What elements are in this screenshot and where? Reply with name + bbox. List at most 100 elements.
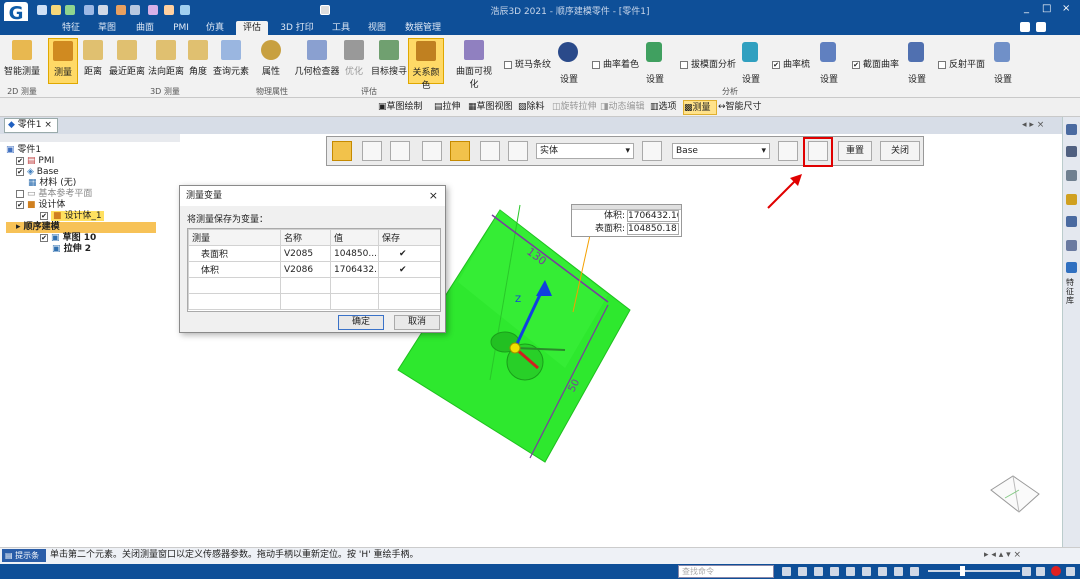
zebra-checkbox[interactable]: [504, 60, 512, 69]
coordinate-system-select[interactable]: Base ▾: [672, 143, 770, 159]
draft-analysis-settings[interactable]: 设置: [742, 72, 760, 85]
optimize-button[interactable]: 优化: [342, 38, 366, 84]
tree-item-base[interactable]: ✔ ◈ Base: [6, 167, 176, 178]
tree-item-design-body[interactable]: ✔ ■ 设计体: [6, 200, 176, 211]
curvature-shading-checkbox[interactable]: [592, 60, 600, 69]
smart-measure-button[interactable]: 智能测量: [3, 38, 41, 84]
feature-library-tab[interactable]: 特征库: [1066, 278, 1077, 305]
tab-3d-print[interactable]: 3D 打印: [276, 21, 318, 35]
col-measure[interactable]: 测量: [188, 229, 281, 246]
command-search-input[interactable]: 查找命令: [678, 565, 774, 578]
query-element-button[interactable]: 查询元素: [212, 38, 250, 84]
select-icon[interactable]: [148, 5, 158, 15]
col-name[interactable]: 名称: [280, 229, 331, 246]
help-icon[interactable]: [1020, 22, 1030, 32]
origin-handle[interactable]: [509, 342, 521, 354]
ref-planes-checkbox[interactable]: [16, 189, 24, 198]
zoom-area-icon[interactable]: [798, 567, 807, 576]
save-checkbox[interactable]: ✔: [378, 245, 440, 262]
min-distance-button[interactable]: 最近距离: [108, 38, 146, 84]
layers-icon[interactable]: [1066, 216, 1077, 227]
table-row[interactable]: 体积 V2086 1706432.... ✔: [188, 261, 440, 278]
smart-dimension-command[interactable]: ↔智能尺寸: [718, 100, 768, 115]
view-cube[interactable]: [985, 468, 1045, 518]
tree-item-sequential[interactable]: ▸ 顺序建模: [6, 222, 156, 233]
people-icon[interactable]: [1066, 146, 1077, 157]
measure-list-icon[interactable]: [362, 141, 382, 161]
rotate-icon[interactable]: [846, 567, 855, 576]
sketch10-checkbox[interactable]: ✔: [40, 233, 48, 242]
tab-tools[interactable]: 工具: [326, 21, 356, 35]
save-checkbox[interactable]: ✔: [378, 261, 440, 278]
revolve-command[interactable]: ◫旋转拉伸: [552, 100, 598, 115]
tab-view[interactable]: 视图: [362, 21, 392, 35]
cut-icon[interactable]: [180, 5, 190, 15]
undo-icon[interactable]: [116, 5, 126, 15]
base-checkbox[interactable]: ✔: [16, 167, 24, 176]
geometry-inspector-button[interactable]: 几何检查器: [294, 38, 340, 84]
entity-type-select[interactable]: 实体 ▾: [536, 143, 634, 159]
tree-item-pmi[interactable]: ✔ ▤ PMI: [6, 156, 176, 167]
zebra-stripes-option[interactable]: 斑马条纹: [504, 57, 551, 70]
reflection-plane-checkbox[interactable]: [938, 60, 946, 69]
sketch-view-command[interactable]: ▦草图视图: [468, 100, 518, 115]
curvature-shading-settings[interactable]: 设置: [646, 72, 664, 85]
goal-seek-button[interactable]: 目标搜寻: [370, 38, 408, 84]
reset-button[interactable]: 重置: [838, 141, 872, 161]
open-file-icon[interactable]: [51, 5, 61, 15]
doc-tab-close-icon[interactable]: ×: [44, 120, 52, 130]
ok-button[interactable]: 确定: [338, 315, 384, 330]
minimize-button[interactable]: _: [1024, 3, 1029, 14]
section-icon[interactable]: [910, 567, 919, 576]
section-curvature-settings[interactable]: 设置: [908, 72, 926, 85]
library-icon[interactable]: [1066, 262, 1077, 273]
measure-button[interactable]: 测量: [48, 38, 78, 84]
tab-surface[interactable]: 曲面: [130, 21, 160, 35]
pan-icon[interactable]: [830, 567, 839, 576]
relation-color-button[interactable]: 关系颜色: [408, 38, 444, 91]
settings-icon[interactable]: [1066, 567, 1075, 576]
tree-item-material[interactable]: ▦ 材料 (无): [6, 178, 176, 189]
extrude-command[interactable]: ▤拉伸: [434, 100, 466, 115]
surface-visualization-button[interactable]: 曲面可视化: [452, 38, 496, 90]
properties-button[interactable]: 属性: [258, 38, 284, 84]
angle-button[interactable]: 角度: [186, 38, 210, 84]
curvature-comb-checkbox[interactable]: ✔: [772, 60, 780, 69]
dynamic-edit-command[interactable]: ◨动态编辑: [600, 100, 648, 115]
dialog-titlebar[interactable]: 测量变量 ×: [180, 186, 445, 206]
draft-analysis-checkbox[interactable]: [680, 60, 688, 69]
close-measure-button[interactable]: 关闭: [880, 141, 920, 161]
shade-icon[interactable]: [878, 567, 887, 576]
network-icon[interactable]: [1066, 240, 1077, 251]
col-value[interactable]: 值: [330, 229, 379, 246]
layout-icon[interactable]: [1036, 567, 1045, 576]
tab-data-management[interactable]: 数据管理: [400, 21, 446, 35]
draft-analysis-option[interactable]: 拔模面分析: [680, 57, 736, 70]
normal-distance-button[interactable]: 法向距离: [147, 38, 185, 84]
view-icon[interactable]: [862, 567, 871, 576]
reflection-plane-option[interactable]: 反射平面: [938, 57, 985, 70]
tab-scroll-arrows[interactable]: ◂ ▸ ×: [1022, 120, 1044, 130]
reflection-plane-settings[interactable]: 设置: [994, 72, 1012, 85]
section-curvature-option[interactable]: ✔ 截面曲率: [852, 57, 899, 70]
design-body-checkbox[interactable]: ✔: [16, 200, 24, 209]
measure-axis-icon[interactable]: [642, 141, 662, 161]
table-row[interactable]: 表面积 V2085 104850.... ✔: [188, 245, 440, 262]
measure-options-icon[interactable]: [778, 141, 798, 161]
view-cube-face[interactable]: [990, 475, 1040, 513]
key-icon[interactable]: [1066, 194, 1077, 205]
display-icon[interactable]: [894, 567, 903, 576]
curvature-shading-option[interactable]: 曲率着色: [592, 57, 639, 70]
zoom-slider-thumb[interactable]: [960, 566, 965, 576]
paint-icon[interactable]: [164, 5, 174, 15]
pmi-checkbox[interactable]: ✔: [16, 156, 24, 165]
measure-line-icon[interactable]: [422, 141, 442, 161]
measure-box-icon[interactable]: [450, 141, 470, 161]
save-icon[interactable]: [84, 5, 94, 15]
zoom-slider[interactable]: [928, 570, 1020, 572]
tree-item-extrude2[interactable]: ▣ 拉伸 2: [6, 244, 176, 255]
tree-item-part1[interactable]: ▣ 零件1: [6, 145, 176, 156]
section-curvature-checkbox[interactable]: ✔: [852, 60, 860, 69]
record-icon[interactable]: [1051, 566, 1061, 576]
help-side-icon[interactable]: [1066, 124, 1077, 135]
